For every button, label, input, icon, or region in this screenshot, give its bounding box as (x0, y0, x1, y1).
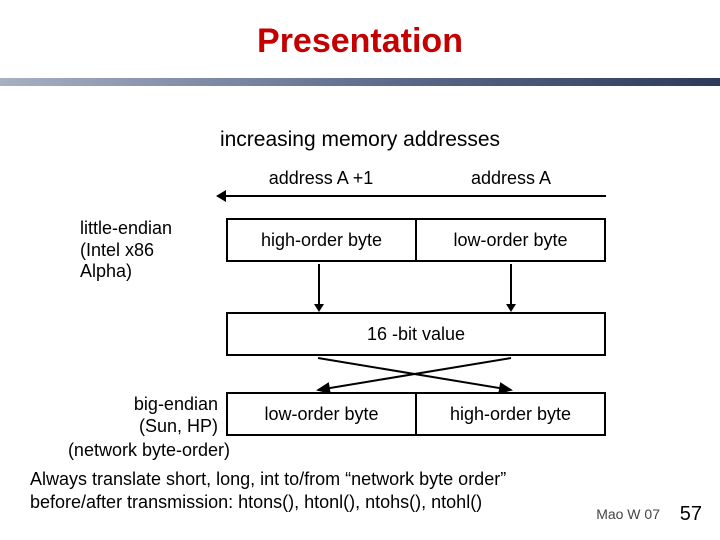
little-endian-low-cell: low-order byte (417, 220, 604, 260)
sixteen-bit-value-label: 16 -bit value (228, 314, 604, 354)
cross-arrows-icon (226, 356, 606, 392)
little-endian-bytes-box: high-order byte low-order byte (226, 218, 606, 262)
down-arrow-left-icon (318, 264, 320, 304)
little-endian-label: little-endian (Intel x86 Alpha) (80, 218, 220, 283)
sixteen-bit-value-box: 16 -bit value (226, 312, 606, 356)
arrow-left-icon (226, 195, 606, 197)
big-endian-bytes-box: low-order byte high-order byte (226, 392, 606, 436)
address-a-label: address A (416, 168, 606, 189)
footer-author: Mao W 07 (596, 506, 660, 522)
network-byte-order-label: (network byte-order) (30, 440, 230, 462)
increasing-memory-label: increasing memory addresses (0, 128, 720, 152)
footer-page-number: 57 (680, 503, 702, 526)
down-arrow-right-icon (510, 264, 512, 304)
little-endian-high-cell: high-order byte (228, 220, 417, 260)
slide-title: Presentation (0, 22, 720, 61)
big-endian-high-cell: high-order byte (417, 394, 604, 434)
bottom-explanation-text: Always translate short, long, int to/fro… (30, 468, 600, 515)
title-underline (0, 78, 720, 86)
big-endian-low-cell: low-order byte (228, 394, 417, 434)
address-labels-row: address A +1 address A (226, 168, 606, 189)
address-a-plus-1-label: address A +1 (226, 168, 416, 189)
big-endian-label: big-endian (Sun, HP) (98, 394, 218, 437)
